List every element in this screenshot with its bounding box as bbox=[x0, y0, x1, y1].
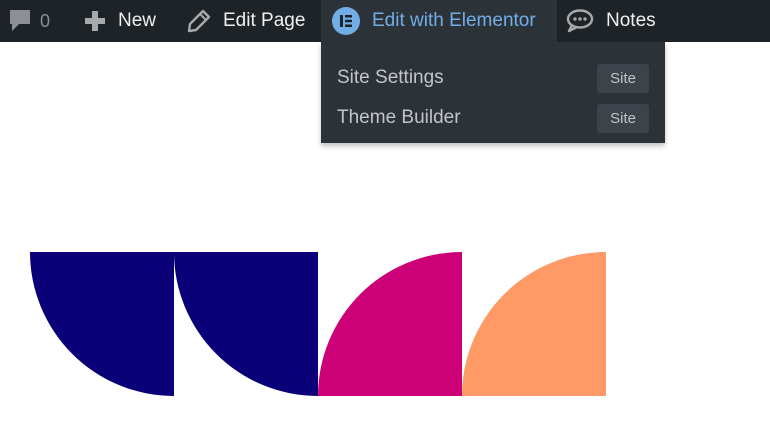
orange-quarter-circle bbox=[462, 252, 606, 396]
comments-menu-item[interactable]: 0 bbox=[8, 0, 50, 42]
theme-builder-label: Theme Builder bbox=[337, 107, 461, 128]
site-badge: Site bbox=[597, 63, 649, 93]
plus-icon bbox=[84, 10, 106, 32]
admin-toolbar: 0 New Edit Page Edit with Elementor Note… bbox=[0, 0, 770, 42]
elementor-submenu: Site Settings Site Theme Builder Site bbox=[321, 42, 665, 143]
notes-menu-item[interactable]: Notes bbox=[566, 0, 656, 42]
pencil-icon bbox=[187, 9, 211, 33]
notes-label: Notes bbox=[606, 10, 656, 31]
edit-with-elementor-label: Edit with Elementor bbox=[372, 10, 536, 31]
elementor-icon bbox=[332, 7, 360, 35]
site-badge: Site bbox=[597, 103, 649, 133]
comment-bubble-icon bbox=[8, 8, 32, 34]
comments-count: 0 bbox=[40, 10, 51, 31]
new-label: New bbox=[118, 10, 157, 31]
navy-quarter-circle-1 bbox=[30, 252, 174, 396]
speech-bubble-icon bbox=[566, 9, 594, 33]
submenu-item-site-settings[interactable]: Site Settings Site bbox=[337, 62, 649, 94]
submenu-item-theme-builder[interactable]: Theme Builder Site bbox=[337, 102, 649, 134]
edit-page-menu-item[interactable]: Edit Page bbox=[187, 0, 305, 42]
new-content-menu-item[interactable]: New bbox=[84, 0, 156, 42]
magenta-quarter-circle bbox=[318, 252, 462, 396]
site-settings-label: Site Settings bbox=[337, 67, 444, 88]
edit-page-label: Edit Page bbox=[223, 10, 306, 31]
edit-with-elementor-menu-item[interactable]: Edit with Elementor bbox=[321, 0, 557, 42]
navy-quarter-circle-2 bbox=[174, 252, 318, 396]
